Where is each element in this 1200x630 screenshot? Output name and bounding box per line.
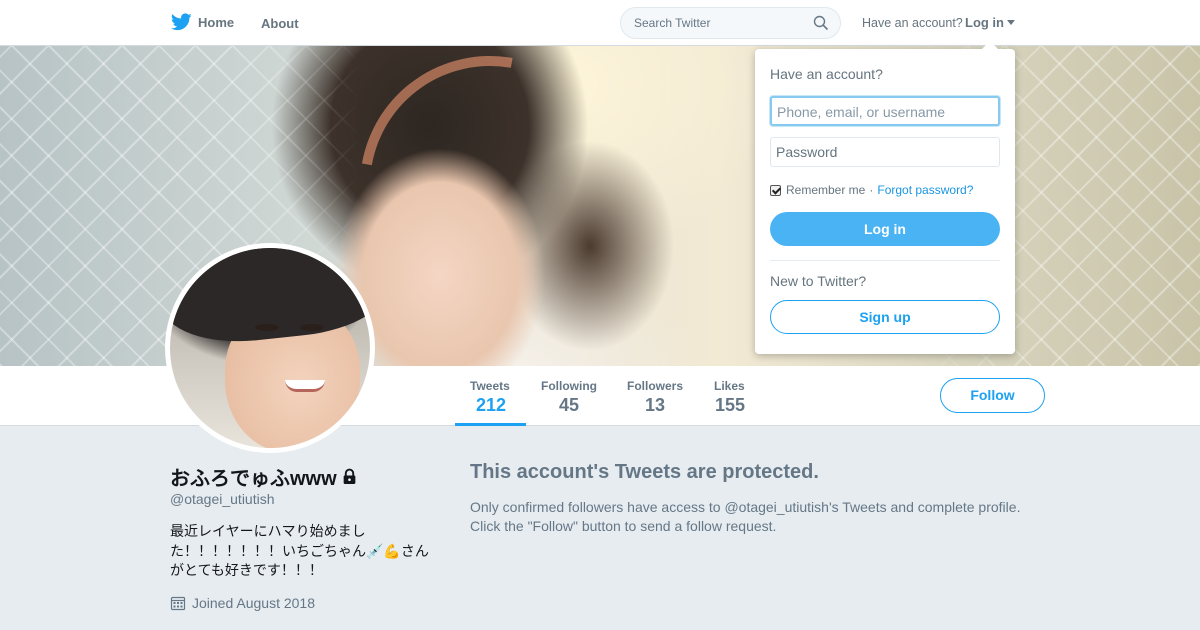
nav-home-label: Home bbox=[198, 14, 235, 30]
remember-me-label[interactable]: Remember me bbox=[786, 183, 865, 197]
have-account-text: Have an account? bbox=[862, 16, 963, 30]
stat-followers[interactable]: Followers 13 bbox=[612, 366, 698, 426]
profile-joined: Joined August 2018 bbox=[170, 595, 315, 611]
stat-tweets-label: Tweets bbox=[470, 379, 510, 393]
protected-message-line-2: Click the "Follow" button to send a foll… bbox=[470, 518, 777, 534]
password-field[interactable]: Password bbox=[770, 137, 1000, 167]
stat-following-label: Following bbox=[541, 379, 597, 393]
protected-message-line-1: Only confirmed followers have access to … bbox=[470, 499, 1021, 515]
new-to-twitter-text: New to Twitter? bbox=[770, 273, 867, 289]
profile-name-text: おふろでゅふwww bbox=[170, 468, 337, 490]
profile-name: おふろでゅふwww bbox=[170, 462, 358, 491]
caret-down-icon bbox=[1007, 20, 1015, 25]
stat-tweets[interactable]: Tweets 212 bbox=[455, 366, 526, 426]
twitter-bird-icon bbox=[171, 13, 192, 31]
stat-followers-value: 13 bbox=[645, 395, 666, 415]
avatar-eye-left bbox=[255, 324, 279, 331]
follow-button[interactable]: Follow bbox=[940, 378, 1045, 413]
search-placeholder: Search Twitter bbox=[634, 16, 711, 30]
stat-tweets-value: 212 bbox=[476, 395, 507, 415]
search-icon[interactable] bbox=[813, 15, 829, 31]
login-dropdown-toggle[interactable]: Log in bbox=[965, 15, 1015, 30]
remember-row: Remember me · Forgot password? bbox=[770, 183, 973, 197]
avatar-mouth bbox=[285, 380, 325, 392]
profile-handle[interactable]: @otagei_utiutish bbox=[170, 491, 275, 507]
search-input[interactable]: Search Twitter bbox=[620, 7, 841, 39]
remember-me-checkbox[interactable] bbox=[770, 184, 781, 196]
login-dropdown-title: Have an account? bbox=[770, 66, 883, 82]
protected-tweets-title: This account's Tweets are protected. bbox=[470, 461, 819, 483]
username-field[interactable]: Phone, email, or username bbox=[770, 96, 1000, 126]
stat-followers-label: Followers bbox=[627, 379, 684, 393]
stat-following[interactable]: Following 45 bbox=[526, 366, 612, 426]
lock-icon bbox=[343, 468, 356, 484]
forgot-password-link[interactable]: Forgot password? bbox=[877, 183, 973, 197]
protected-tweets-message: Only confirmed followers have access to … bbox=[470, 498, 1050, 536]
profile-joined-text: Joined August 2018 bbox=[192, 595, 315, 611]
separator-dot: · bbox=[869, 183, 874, 197]
top-navigation-bar: Home About Search Twitter Have an accoun… bbox=[0, 0, 1200, 46]
nav-about-link[interactable]: About bbox=[261, 16, 299, 31]
password-placeholder: Password bbox=[776, 144, 838, 160]
dropdown-divider bbox=[770, 260, 1000, 261]
nav-home-link[interactable]: Home bbox=[171, 13, 234, 31]
calendar-icon bbox=[170, 596, 186, 611]
stat-likes-label: Likes bbox=[714, 379, 745, 393]
avatar-eye-right bbox=[300, 324, 324, 331]
stat-likes[interactable]: Likes 155 bbox=[699, 366, 761, 426]
username-placeholder: Phone, email, or username bbox=[777, 104, 946, 120]
stat-likes-value: 155 bbox=[715, 395, 746, 415]
signup-button[interactable]: Sign up bbox=[770, 300, 1000, 334]
avatar[interactable] bbox=[165, 243, 375, 453]
login-toggle-label: Log in bbox=[965, 15, 1004, 30]
profile-bio: 最近レイヤーにハマり始めました！！！！！！！いちごちゃん💉💪さんがとても好きです… bbox=[170, 523, 429, 578]
login-dropdown: Have an account? Phone, email, or userna… bbox=[755, 41, 1015, 354]
login-button[interactable]: Log in bbox=[770, 212, 1000, 246]
stat-following-value: 45 bbox=[559, 395, 580, 415]
dropdown-arrow bbox=[982, 41, 998, 49]
